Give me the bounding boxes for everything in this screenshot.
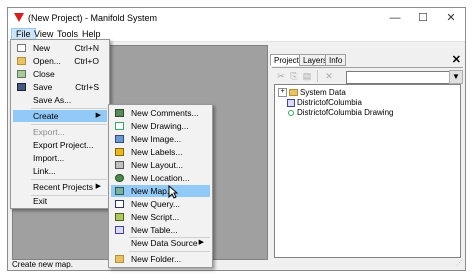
maximize-button[interactable]: ☐ — [409, 8, 437, 28]
tree-item-districtofcolumbia-drawing[interactable]: DistrictofColumbia Drawing — [287, 108, 393, 118]
drawing-icon — [287, 109, 295, 117]
menu-item-new-layout[interactable]: New Layout... — [111, 159, 210, 171]
tree-item-districtofcolumbia[interactable]: DistrictofColumbia — [287, 98, 362, 108]
create-submenu: New Comments... New Drawing... New Image… — [108, 104, 213, 268]
tree-item-label: System Data — [300, 88, 346, 97]
file-menu: New Ctrl+N Open... Ctrl+O Close Save Ctr… — [10, 39, 110, 209]
menu-item-save-as[interactable]: Save As... — [13, 94, 107, 106]
open-folder-icon — [17, 57, 26, 65]
menu-item-recent-projects[interactable]: Recent Projects ▶ — [13, 181, 107, 193]
tree-item-system-data[interactable]: + System Data — [278, 88, 346, 98]
menu-item-link[interactable]: Link... — [13, 165, 107, 177]
menu-separator — [31, 179, 107, 180]
drawing-icon — [115, 122, 124, 130]
menu-item-close[interactable]: Close — [13, 68, 107, 80]
menu-item-create[interactable]: Create ▶ — [13, 110, 107, 122]
close-project-icon — [17, 70, 26, 78]
copy-icon[interactable]: ⎘ — [289, 71, 299, 81]
tab-project[interactable]: Project — [270, 54, 303, 66]
status-text: Create new map. — [12, 260, 73, 269]
menu-item-new-map[interactable]: New Map... — [111, 185, 210, 197]
menu-item-new-table[interactable]: New Table... — [111, 224, 210, 236]
menu-item-new-comments[interactable]: New Comments... — [111, 107, 210, 119]
manifold-logo-icon — [14, 13, 24, 22]
paste-icon[interactable]: ▤ — [302, 71, 312, 81]
delete-icon[interactable]: ✕ — [324, 71, 334, 81]
menu-item-new-folder[interactable]: New Folder... — [111, 253, 210, 265]
expand-icon[interactable]: + — [278, 88, 287, 98]
menu-item-new-location[interactable]: New Location... — [111, 172, 210, 184]
new-file-icon — [17, 44, 26, 52]
menu-separator — [129, 251, 210, 252]
mouse-pointer-icon — [168, 185, 178, 199]
script-icon — [115, 213, 124, 221]
pane-close-icon[interactable]: ✕ — [452, 53, 461, 66]
resize-grip-icon[interactable]: ⋰ — [456, 259, 463, 269]
menu-item-save[interactable]: Save Ctrl+S — [13, 81, 107, 93]
menu-item-new-data-source[interactable]: New Data Source ▶ — [111, 237, 210, 249]
comments-icon — [115, 109, 124, 117]
toolbar-divider — [317, 70, 318, 82]
menu-separator — [31, 124, 107, 125]
submenu-arrow-icon: ▶ — [95, 183, 101, 190]
menu-item-export[interactable]: Export... — [13, 126, 107, 138]
tree-item-label: DistrictofColumbia — [297, 98, 362, 107]
menu-item-exit[interactable]: Exit — [13, 195, 107, 207]
data-source-icon — [287, 98, 295, 107]
menu-item-new-script[interactable]: New Script... — [111, 211, 210, 223]
menu-item-new-image[interactable]: New Image... — [111, 133, 210, 145]
tree-item-label: DistrictofColumbia Drawing — [297, 108, 394, 117]
project-tree: + System Data DistrictofColumbia District… — [274, 84, 461, 258]
layout-icon — [115, 161, 124, 169]
labels-icon — [115, 148, 124, 156]
tab-info[interactable]: Info — [325, 54, 347, 66]
pane-toolbar: ✂ ⎘ ▤ ✕ ▼ — [272, 67, 463, 84]
map-icon — [115, 187, 124, 195]
menu-item-new-query[interactable]: New Query... — [111, 198, 210, 210]
menu-item-export-project[interactable]: Export Project... — [13, 139, 107, 151]
filter-input[interactable] — [346, 71, 454, 84]
image-icon — [115, 135, 124, 143]
project-pane: Project Layers Info ✕ ✂ ⎘ ▤ ✕ ▼ + System … — [270, 44, 465, 260]
menu-item-new[interactable]: New Ctrl+N — [13, 42, 107, 54]
submenu-arrow-icon: ▶ — [95, 112, 101, 119]
query-icon — [115, 200, 124, 208]
menu-item-open[interactable]: Open... Ctrl+O — [13, 55, 107, 67]
save-icon — [17, 83, 26, 91]
menu-item-new-labels[interactable]: New Labels... — [111, 146, 210, 158]
menu-item-import[interactable]: Import... — [13, 152, 107, 164]
title-bar[interactable]: (New Project) - Manifold System — ☐ ✕ — [8, 8, 465, 28]
filter-icon[interactable]: ▼ — [449, 70, 463, 84]
menu-item-new-drawing[interactable]: New Drawing... — [111, 120, 210, 132]
window-title: (New Project) - Manifold System — [28, 13, 158, 23]
menu-separator — [31, 108, 107, 109]
close-button[interactable]: ✕ — [437, 8, 465, 28]
cut-icon[interactable]: ✂ — [276, 71, 286, 81]
table-icon — [115, 226, 124, 234]
submenu-arrow-icon: ▶ — [198, 239, 204, 246]
status-bar: Create new map. ⋰ — [8, 260, 465, 270]
folder-icon — [115, 255, 124, 263]
location-icon — [115, 174, 124, 182]
minimize-button[interactable]: — — [381, 8, 409, 28]
folder-icon — [289, 89, 298, 97]
